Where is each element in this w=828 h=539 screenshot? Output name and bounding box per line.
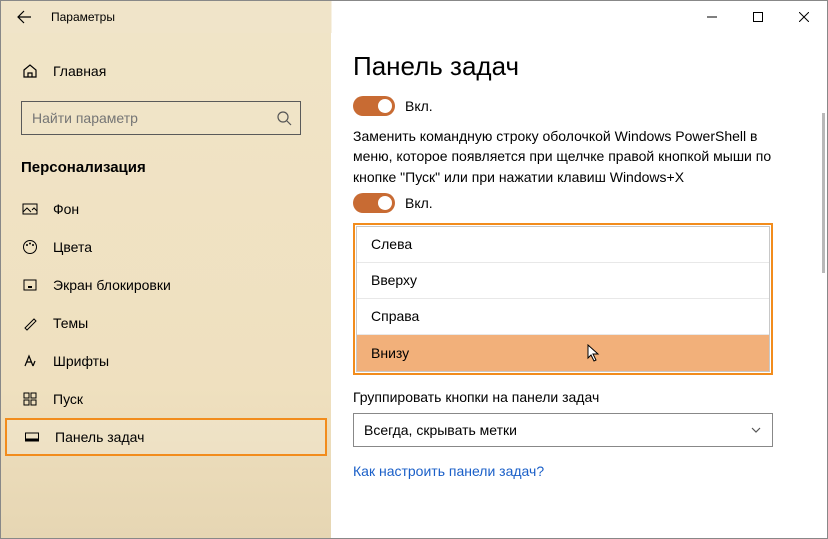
start-icon <box>21 390 39 408</box>
sidebar-item-label: Шрифты <box>53 353 109 369</box>
dropdown-option-label: Внизу <box>371 345 409 361</box>
home-label: Главная <box>53 63 106 79</box>
taskbar-icon <box>23 428 41 446</box>
palette-icon <box>21 238 39 256</box>
maximize-icon <box>753 12 763 22</box>
minimize-button[interactable] <box>689 1 735 33</box>
sidebar-item-label: Фон <box>53 201 79 217</box>
sidebar-item-start[interactable]: Пуск <box>1 380 331 418</box>
category-title: Персонализация <box>1 159 331 176</box>
page-title: Панель задач <box>353 51 805 82</box>
sidebar-item-themes[interactable]: Темы <box>1 304 331 342</box>
close-icon <box>799 12 809 22</box>
home-link[interactable]: Главная <box>1 53 331 89</box>
dropdown-option-label: Справа <box>371 308 419 324</box>
dropdown-option-left[interactable]: Слева <box>357 227 769 263</box>
sidebar-item-label: Панель задач <box>55 429 144 445</box>
lockscreen-icon <box>21 276 39 294</box>
minimize-icon <box>707 12 717 22</box>
search-icon <box>276 110 292 126</box>
content-area: Панель задач Вкл. Заменить командную стр… <box>331 33 827 538</box>
maximize-button[interactable] <box>735 1 781 33</box>
sidebar-item-label: Пуск <box>53 391 83 407</box>
sidebar: Главная Персонализация Фон Цвета Экран б… <box>1 33 331 538</box>
dropdown-option-label: Слева <box>371 236 412 252</box>
help-link[interactable]: Как настроить панели задач? <box>353 463 544 479</box>
toggle-2[interactable] <box>353 193 395 213</box>
sidebar-item-taskbar[interactable]: Панель задач <box>5 418 327 456</box>
fonts-icon <box>21 352 39 370</box>
dropdown-option-right[interactable]: Справа <box>357 299 769 335</box>
titlebar: Параметры <box>1 1 827 33</box>
close-button[interactable] <box>781 1 827 33</box>
brush-icon <box>21 314 39 332</box>
taskbar-position-dropdown[interactable]: Слева Вверху Справа Внизу <box>353 223 773 375</box>
group-buttons-combo[interactable]: Всегда, скрывать метки <box>353 413 773 447</box>
sidebar-item-background[interactable]: Фон <box>1 190 331 228</box>
cursor-icon <box>587 344 601 362</box>
sidebar-item-label: Темы <box>53 315 88 331</box>
search-field[interactable] <box>30 109 276 127</box>
sidebar-item-lockscreen[interactable]: Экран блокировки <box>1 266 331 304</box>
dropdown-option-top[interactable]: Вверху <box>357 263 769 299</box>
chevron-down-icon <box>750 424 762 436</box>
home-icon <box>21 62 39 80</box>
back-button[interactable] <box>1 1 47 33</box>
arrow-left-icon <box>16 9 32 25</box>
sidebar-item-colors[interactable]: Цвета <box>1 228 331 266</box>
group-buttons-label: Группировать кнопки на панели задач <box>353 389 805 405</box>
scrollbar[interactable] <box>822 113 825 273</box>
dropdown-option-bottom[interactable]: Внизу <box>357 335 769 371</box>
powershell-desc: Заменить командную строку оболочкой Wind… <box>353 126 793 187</box>
combo-value: Всегда, скрывать метки <box>364 422 517 438</box>
picture-icon <box>21 200 39 218</box>
search-input[interactable] <box>21 101 301 135</box>
sidebar-item-label: Цвета <box>53 239 92 255</box>
toggle-1[interactable] <box>353 96 395 116</box>
toggle-1-label: Вкл. <box>405 98 433 114</box>
dropdown-option-label: Вверху <box>371 272 417 288</box>
sidebar-item-label: Экран блокировки <box>53 277 171 293</box>
sidebar-item-fonts[interactable]: Шрифты <box>1 342 331 380</box>
window-title: Параметры <box>47 10 115 24</box>
toggle-2-label: Вкл. <box>405 195 433 211</box>
